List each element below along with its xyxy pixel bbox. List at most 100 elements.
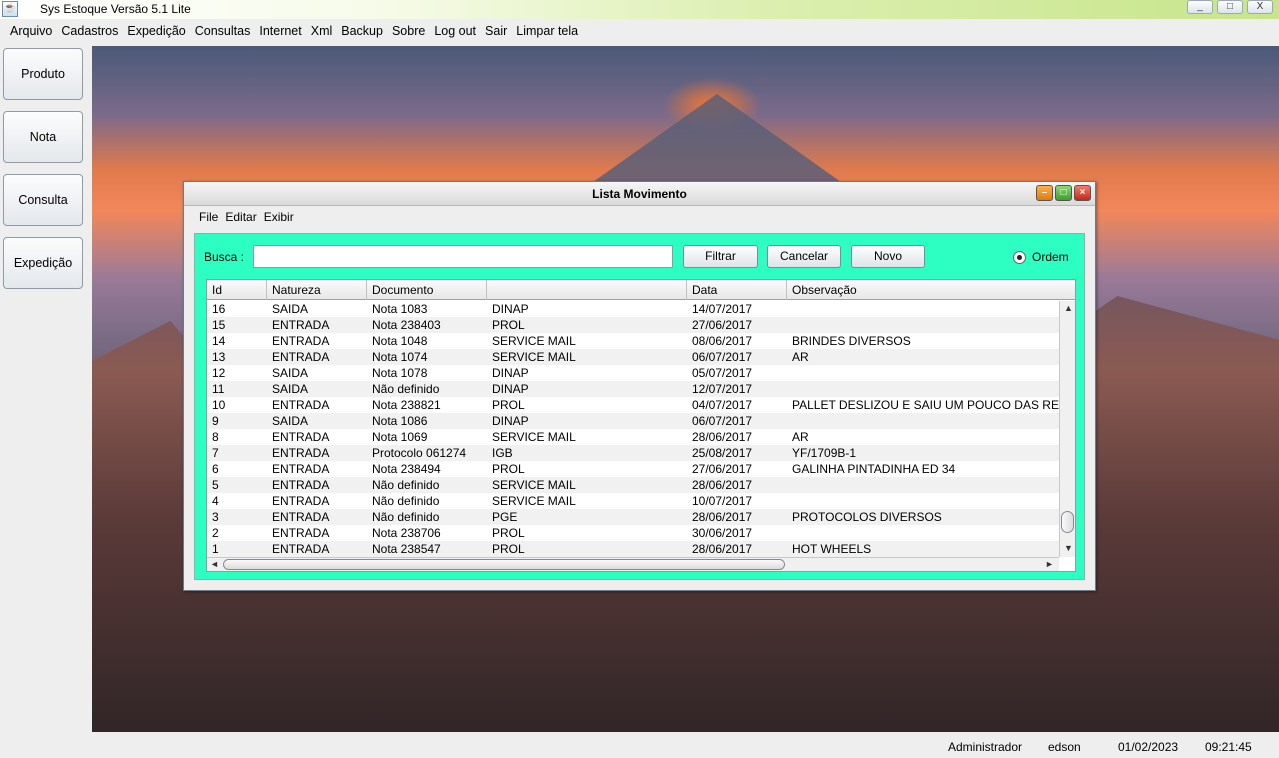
menu-file[interactable]: File bbox=[199, 210, 218, 224]
table-row[interactable]: 7 ENTRADA Protocolo 061274 IGB 25/08/2017 YF/… bbox=[207, 445, 1059, 461]
table-cell: Nota 1086 bbox=[372, 414, 428, 428]
scroll-down-icon[interactable]: ▼ bbox=[1064, 543, 1073, 553]
table-cell: 25/08/2017 bbox=[692, 446, 753, 460]
ordem-label: Ordem bbox=[1032, 250, 1069, 264]
col-observacao[interactable]: Observação bbox=[787, 280, 1075, 300]
table-cell: HOT WHEELS bbox=[792, 542, 872, 556]
table-cell: YF/1709B-1 bbox=[792, 446, 857, 460]
table-cell: Nota 238706 bbox=[372, 526, 441, 540]
table-cell: SAIDA bbox=[272, 414, 309, 428]
menu-expedicao[interactable]: Expedição bbox=[127, 24, 185, 38]
menu-cadastros[interactable]: Cadastros bbox=[61, 24, 118, 38]
table-row[interactable]: 10 ENTRADA Nota 238821 PROL 04/07/2017 PALLET… bbox=[207, 397, 1059, 413]
produto-button[interactable]: Produto bbox=[3, 48, 83, 100]
table-cell: Nota 1074 bbox=[372, 350, 428, 364]
consulta-button[interactable]: Consulta bbox=[3, 174, 83, 226]
vertical-scrollbar[interactable]: ▲ ▼ bbox=[1059, 301, 1075, 557]
table-cell: ENTRADA bbox=[272, 542, 330, 556]
dialog-maximize-button[interactable]: □ bbox=[1055, 185, 1072, 201]
vertical-scroll-thumb[interactable] bbox=[1061, 511, 1074, 533]
table-row[interactable]: 11 SAIDA Não definido DINAP 12/07/2017 bbox=[207, 381, 1059, 397]
table-cell: 5 bbox=[212, 478, 219, 492]
close-button[interactable]: X bbox=[1247, 0, 1273, 14]
menu-logout[interactable]: Log out bbox=[434, 24, 476, 38]
table-row[interactable]: 4 ENTRADA Não definido SERVICE MAIL 10/07/20… bbox=[207, 493, 1059, 509]
table-cell: PROTOCOLOS DIVERSOS bbox=[792, 510, 942, 524]
sidebar: Produto Nota Consulta Expedição bbox=[0, 42, 92, 732]
table-cell: 12/07/2017 bbox=[692, 382, 753, 396]
menu-xml[interactable]: Xml bbox=[311, 24, 333, 38]
table-cell: DINAP bbox=[492, 302, 529, 316]
table-row[interactable]: 5 ENTRADA Não definido SERVICE MAIL 28/06/20… bbox=[207, 477, 1059, 493]
table-cell: PROL bbox=[492, 526, 525, 540]
ordem-radio[interactable] bbox=[1013, 251, 1026, 264]
menu-sobre[interactable]: Sobre bbox=[392, 24, 425, 38]
table-cell: PGE bbox=[492, 510, 518, 524]
menu-consultas[interactable]: Consultas bbox=[195, 24, 251, 38]
nota-button[interactable]: Nota bbox=[3, 111, 83, 163]
scroll-right-icon[interactable]: ► bbox=[1045, 559, 1054, 569]
table-cell: ENTRADA bbox=[272, 334, 330, 348]
table-cell: AR bbox=[792, 430, 809, 444]
table-cell: SERVICE MAIL bbox=[492, 334, 576, 348]
movimento-table: Id Natureza Documento Data Observação 16… bbox=[206, 279, 1076, 572]
table-row[interactable]: 12 SAIDA Nota 1078 DINAP 05/07/2017 bbox=[207, 365, 1059, 381]
scroll-up-icon[interactable]: ▲ bbox=[1064, 303, 1073, 313]
scroll-left-icon[interactable]: ◄ bbox=[210, 559, 219, 569]
table-cell: SAIDA bbox=[272, 382, 309, 396]
table-cell: Nota 238821 bbox=[372, 398, 441, 412]
dialog-close-button[interactable]: × bbox=[1074, 185, 1091, 201]
col-fornecedor[interactable] bbox=[487, 280, 687, 300]
table-cell: PROL bbox=[492, 398, 525, 412]
novo-button[interactable]: Novo bbox=[851, 245, 925, 268]
table-row[interactable]: 9 SAIDA Nota 1086 DINAP 06/07/2017 bbox=[207, 413, 1059, 429]
table-row[interactable]: 1 ENTRADA Nota 238547 PROL 28/06/2017 HOT WHE… bbox=[207, 541, 1059, 557]
table-cell: 6 bbox=[212, 462, 219, 476]
col-natureza[interactable]: Natureza bbox=[267, 280, 367, 300]
menu-sair[interactable]: Sair bbox=[485, 24, 507, 38]
menu-limpar-tela[interactable]: Limpar tela bbox=[516, 24, 578, 38]
table-row[interactable]: 14 ENTRADA Nota 1048 SERVICE MAIL 08/06/2017… bbox=[207, 333, 1059, 349]
table-cell: DINAP bbox=[492, 366, 529, 380]
table-row[interactable]: 3 ENTRADA Não definido PGE 28/06/2017 PROTOCO… bbox=[207, 509, 1059, 525]
table-cell: 05/07/2017 bbox=[692, 366, 753, 380]
menu-editar[interactable]: Editar bbox=[225, 210, 256, 224]
table-row[interactable]: 13 ENTRADA Nota 1074 SERVICE MAIL 06/07/2017… bbox=[207, 349, 1059, 365]
menu-backup[interactable]: Backup bbox=[341, 24, 383, 38]
table-cell: ENTRADA bbox=[272, 398, 330, 412]
table-cell: Nota 1069 bbox=[372, 430, 428, 444]
table-row[interactable]: 16 SAIDA Nota 1083 DINAP 14/07/2017 bbox=[207, 301, 1059, 317]
table-cell: ENTRADA bbox=[272, 350, 330, 364]
table-row[interactable]: 2 ENTRADA Nota 238706 PROL 30/06/2017 bbox=[207, 525, 1059, 541]
table-cell: Nota 1048 bbox=[372, 334, 428, 348]
table-row[interactable]: 15 ENTRADA Nota 238403 PROL 27/06/2017 bbox=[207, 317, 1059, 333]
filtrar-button[interactable]: Filtrar bbox=[683, 245, 758, 268]
menu-internet[interactable]: Internet bbox=[259, 24, 301, 38]
table-cell: AR bbox=[792, 350, 809, 364]
menu-arquivo[interactable]: Arquivo bbox=[10, 24, 52, 38]
table-cell: 06/07/2017 bbox=[692, 414, 753, 428]
col-documento[interactable]: Documento bbox=[367, 280, 487, 300]
menu-exibir[interactable]: Exibir bbox=[264, 210, 294, 224]
table-row[interactable]: 6 ENTRADA Nota 238494 PROL 27/06/2017 GALINHA… bbox=[207, 461, 1059, 477]
horizontal-scroll-thumb[interactable] bbox=[223, 559, 785, 570]
table-cell: Não definido bbox=[372, 478, 440, 492]
table-cell: 27/06/2017 bbox=[692, 318, 753, 332]
horizontal-scrollbar[interactable]: ◄ ► bbox=[207, 557, 1059, 571]
col-data[interactable]: Data bbox=[687, 280, 787, 300]
table-cell bbox=[787, 365, 1059, 381]
minimize-button[interactable]: _ bbox=[1187, 0, 1213, 14]
dialog-title: Lista Movimento bbox=[184, 182, 1095, 206]
cancelar-button[interactable]: Cancelar bbox=[767, 245, 841, 268]
table-cell: 9 bbox=[212, 414, 219, 428]
table-row[interactable]: 8 ENTRADA Nota 1069 SERVICE MAIL 28/06/2017 A… bbox=[207, 429, 1059, 445]
busca-input[interactable] bbox=[253, 245, 673, 268]
col-id[interactable]: Id bbox=[207, 280, 267, 300]
maximize-button[interactable]: □ bbox=[1217, 0, 1243, 14]
table-cell: 14 bbox=[212, 334, 226, 348]
dialog-minimize-button[interactable]: – bbox=[1036, 185, 1053, 201]
table-cell: GALINHA PINTADINHA ED 34 bbox=[792, 462, 956, 476]
table-cell: 10/07/2017 bbox=[692, 494, 753, 508]
expedicao-button[interactable]: Expedição bbox=[3, 237, 83, 289]
status-time: 09:21:45 bbox=[1205, 740, 1252, 754]
